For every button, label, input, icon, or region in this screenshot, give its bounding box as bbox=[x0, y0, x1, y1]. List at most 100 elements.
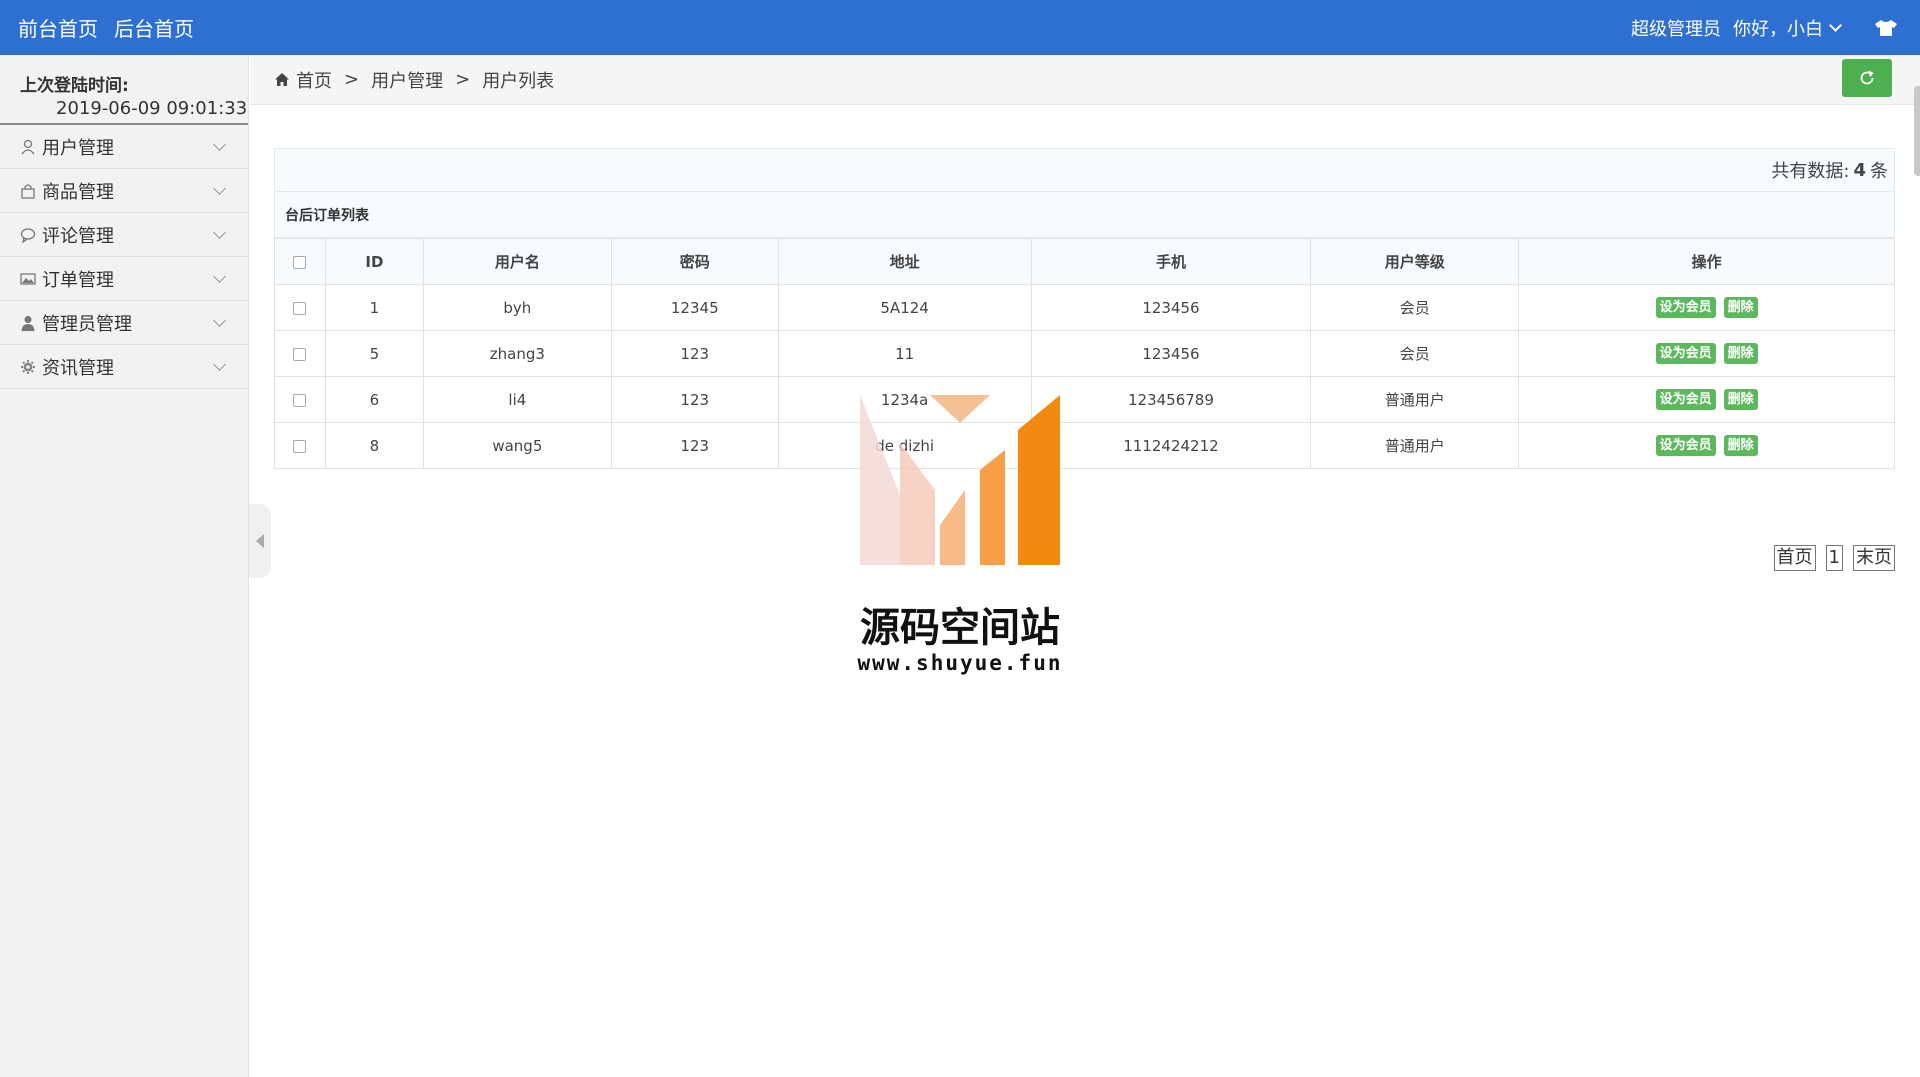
delete-button[interactable]: 删除 bbox=[1723, 343, 1758, 364]
row-checkbox[interactable] bbox=[293, 393, 307, 407]
top-nav: 前台首页 后台首页 bbox=[0, 13, 210, 42]
cell-level: 会员 bbox=[1310, 330, 1520, 377]
refresh-icon bbox=[1860, 70, 1874, 85]
cell-phone: 123456 bbox=[1030, 330, 1312, 377]
collapse-left-icon bbox=[256, 534, 264, 548]
column-header: 用户等级 bbox=[1310, 238, 1520, 285]
pager-first[interactable]: 首页 bbox=[1773, 545, 1816, 571]
table-row: 6 li4 123 1234a 123456789 普通用户 设为会员 删除 bbox=[274, 376, 1895, 423]
user-list-panel: 共有数据: 4 条 台后订单列表 ID 用户名 密码 地址 手机 用户等级 操作… bbox=[274, 148, 1895, 469]
delete-button[interactable]: 删除 bbox=[1723, 389, 1758, 410]
column-header: 地址 bbox=[777, 238, 1032, 285]
select-all-cell bbox=[274, 238, 326, 285]
breadcrumb-home[interactable]: 首页 bbox=[296, 67, 332, 93]
delete-button[interactable]: 删除 bbox=[1723, 435, 1758, 456]
cell-address: de dizhi bbox=[777, 422, 1032, 469]
person-icon bbox=[21, 315, 35, 331]
chevron-down-icon bbox=[213, 270, 226, 283]
home-icon bbox=[275, 73, 289, 86]
chevron-down-icon bbox=[213, 226, 226, 239]
greeting-text: 你好，小白 bbox=[1733, 18, 1823, 40]
cell-phone: 1112424212 bbox=[1030, 422, 1312, 469]
watermark-url: www.shuyue.fun bbox=[857, 651, 1063, 675]
cell-id: 8 bbox=[324, 422, 424, 469]
last-login-label: 上次登陆时间: bbox=[20, 76, 129, 96]
row-checkbox[interactable] bbox=[293, 301, 307, 315]
cell-actions: 设为会员 删除 bbox=[1518, 422, 1895, 469]
refresh-button[interactable] bbox=[1842, 59, 1892, 97]
breadcrumb-user-list: 用户列表 bbox=[482, 70, 555, 92]
cell-actions: 设为会员 删除 bbox=[1518, 330, 1895, 377]
user-area: 超级管理员 你好，小白 bbox=[1631, 15, 1920, 41]
cell-actions: 设为会员 删除 bbox=[1518, 376, 1895, 423]
sidebar-item-label: 评论管理 bbox=[42, 225, 114, 247]
cell-id: 5 bbox=[324, 330, 424, 377]
pager-last[interactable]: 末页 bbox=[1853, 545, 1895, 571]
user-menu[interactable]: 你好，小白 bbox=[1733, 15, 1842, 41]
set-member-button[interactable]: 设为会员 bbox=[1655, 435, 1716, 456]
row-checkbox[interactable] bbox=[293, 439, 307, 453]
chevron-down-icon bbox=[213, 314, 226, 327]
sidebar-item-label: 资讯管理 bbox=[42, 357, 114, 379]
cell-username: byh bbox=[422, 284, 612, 331]
watermark-name: 源码空间站 bbox=[860, 604, 1060, 651]
sidebar-item-orders[interactable]: 订单管理 bbox=[0, 257, 248, 301]
cell-phone: 123456 bbox=[1030, 284, 1312, 331]
user-role: 超级管理员 bbox=[1631, 18, 1721, 40]
cell-password: 12345 bbox=[610, 284, 779, 331]
breadcrumb-separator: > bbox=[455, 69, 471, 90]
sidebar: 上次登陆时间: 2019-06-09 09:01:33 用户管理 商品管理 评论… bbox=[0, 55, 249, 1077]
sidebar-item-products[interactable]: 商品管理 bbox=[0, 169, 248, 213]
last-login-time: 2019-06-09 09:01:33 bbox=[56, 98, 248, 119]
table-header-row: ID 用户名 密码 地址 手机 用户等级 操作 bbox=[274, 238, 1895, 285]
last-login-box: 上次登陆时间: 2019-06-09 09:01:33 bbox=[0, 55, 248, 125]
cell-actions: 设为会员 删除 bbox=[1518, 284, 1895, 331]
sidebar-item-comments[interactable]: 评论管理 bbox=[0, 213, 248, 257]
record-count: 4 bbox=[1853, 159, 1866, 181]
row-select-cell bbox=[274, 422, 326, 469]
record-count-unit: 条 bbox=[1870, 161, 1888, 182]
cell-password: 123 bbox=[610, 422, 779, 469]
column-header: 操作 bbox=[1518, 238, 1895, 285]
sidebar-item-label: 管理员管理 bbox=[42, 313, 132, 335]
breadcrumb-user-management[interactable]: 用户管理 bbox=[371, 67, 443, 93]
column-header: 密码 bbox=[610, 238, 779, 285]
cell-phone: 123456789 bbox=[1030, 376, 1312, 423]
column-header: 用户名 bbox=[422, 238, 612, 285]
gear-icon bbox=[21, 359, 35, 374]
chevron-down-icon bbox=[1829, 18, 1842, 32]
record-count-row: 共有数据: 4 条 bbox=[274, 148, 1895, 192]
set-member-button[interactable]: 设为会员 bbox=[1655, 389, 1716, 410]
cell-level: 会员 bbox=[1310, 284, 1520, 331]
row-checkbox[interactable] bbox=[293, 347, 307, 361]
column-header: 手机 bbox=[1030, 238, 1312, 285]
set-member-button[interactable]: 设为会员 bbox=[1655, 343, 1716, 364]
image-icon bbox=[20, 272, 36, 285]
sidebar-item-users[interactable]: 用户管理 bbox=[0, 125, 248, 169]
cell-id: 6 bbox=[324, 376, 424, 423]
pagination: 首页 1 末页 bbox=[1764, 545, 1895, 571]
cell-level: 普通用户 bbox=[1310, 376, 1520, 423]
chevron-down-icon bbox=[213, 138, 226, 151]
bag-icon bbox=[21, 183, 35, 199]
delete-button[interactable]: 删除 bbox=[1723, 297, 1758, 318]
user-table: ID 用户名 密码 地址 手机 用户等级 操作 1 byh 12345 5A12… bbox=[274, 238, 1895, 469]
column-header: ID bbox=[324, 238, 424, 285]
chevron-down-icon bbox=[213, 358, 226, 371]
sidebar-item-news[interactable]: 资讯管理 bbox=[0, 345, 248, 389]
cell-address: 11 bbox=[777, 330, 1032, 377]
cell-level: 普通用户 bbox=[1310, 422, 1520, 469]
sidebar-item-admins[interactable]: 管理员管理 bbox=[0, 301, 248, 345]
front-home-link[interactable]: 前台首页 bbox=[18, 13, 98, 42]
sidebar-collapse-handle[interactable] bbox=[249, 504, 271, 578]
cell-address: 1234a bbox=[777, 376, 1032, 423]
row-select-cell bbox=[274, 376, 326, 423]
scrollbar-handle[interactable] bbox=[1914, 86, 1920, 176]
panel-title: 台后订单列表 bbox=[274, 192, 1895, 238]
select-all-checkbox[interactable] bbox=[293, 255, 307, 269]
tshirt-icon[interactable] bbox=[1874, 19, 1898, 37]
chat-icon bbox=[20, 227, 36, 243]
pager-page[interactable]: 1 bbox=[1825, 545, 1843, 571]
admin-home-link[interactable]: 后台首页 bbox=[114, 13, 194, 42]
set-member-button[interactable]: 设为会员 bbox=[1655, 297, 1716, 318]
